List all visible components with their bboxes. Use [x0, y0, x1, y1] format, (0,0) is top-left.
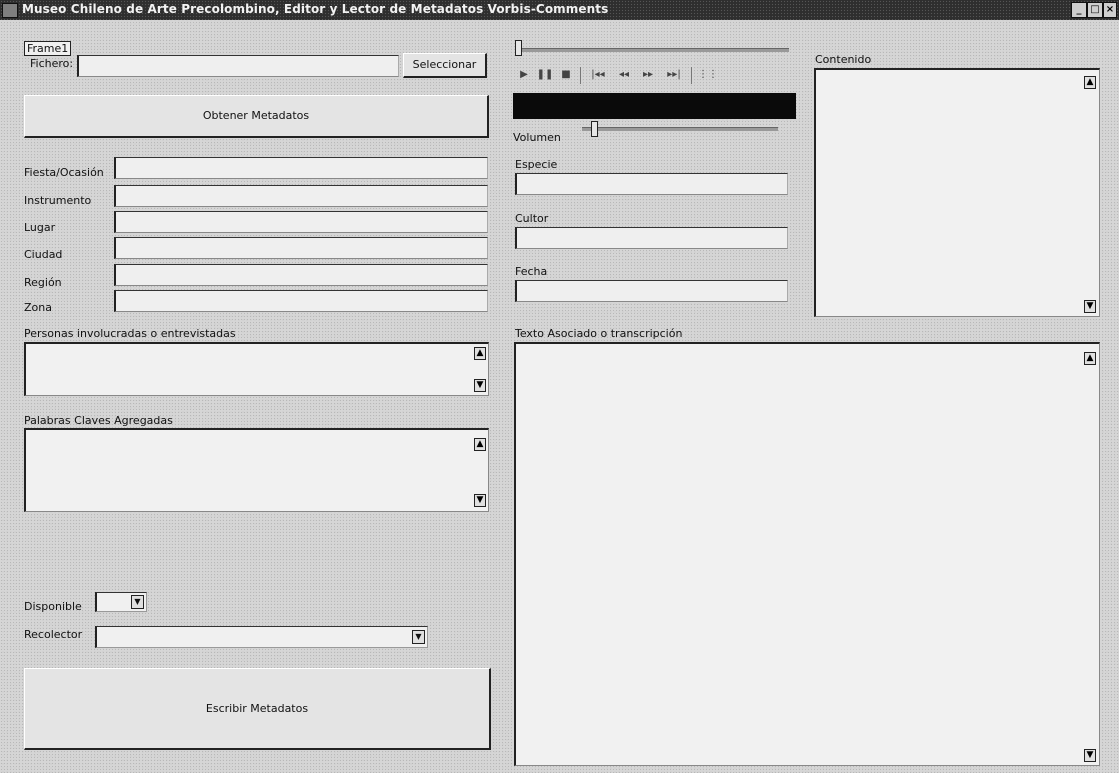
chevron-down-icon[interactable]: ▼	[131, 595, 144, 609]
instrumento-input[interactable]	[114, 185, 488, 207]
recolector-label: Recolector	[24, 628, 83, 641]
scroll-up-icon[interactable]: ▲	[1084, 352, 1096, 365]
volume-track[interactable]	[582, 127, 778, 131]
palabras-memo[interactable]: ▲ ▼	[24, 428, 489, 512]
fiesta-label: Fiesta/Ocasión	[24, 166, 104, 179]
scroll-down-icon[interactable]: ▼	[474, 379, 486, 392]
fichero-label: Fichero:	[30, 57, 74, 70]
scroll-up-icon[interactable]: ▲	[474, 347, 486, 360]
window-title: Museo Chileno de Arte Precolombino, Edit…	[22, 2, 609, 16]
play-icon[interactable]: ▶	[515, 66, 533, 84]
cultor-input[interactable]	[515, 227, 788, 249]
disponible-select[interactable]: ▼	[95, 592, 147, 612]
region-input[interactable]	[114, 264, 488, 286]
texto-memo[interactable]: ▲ ▼	[514, 342, 1100, 766]
scroll-down-icon[interactable]: ▼	[1084, 300, 1096, 313]
forward-icon[interactable]: ▸▸	[637, 66, 659, 84]
ciudad-input[interactable]	[114, 237, 488, 259]
fiesta-input[interactable]	[114, 157, 488, 179]
zona-label: Zona	[24, 301, 52, 314]
region-label: Región	[24, 276, 62, 289]
close-button[interactable]: ×	[1103, 2, 1117, 18]
disponible-label: Disponible	[24, 600, 82, 613]
palabras-label: Palabras Claves Agregadas	[24, 414, 173, 427]
app-icon	[2, 3, 18, 18]
fichero-input[interactable]	[77, 55, 399, 77]
fecha-label: Fecha	[515, 265, 548, 278]
cultor-label: Cultor	[515, 212, 549, 225]
personas-label: Personas involucradas o entrevistadas	[24, 327, 236, 340]
obtener-metadatos-button[interactable]: Obtener Metadatos	[24, 95, 489, 138]
scroll-down-icon[interactable]: ▼	[474, 494, 486, 507]
playlist-icon[interactable]: ⋮⋮	[697, 66, 719, 84]
rewind-icon[interactable]: ◂◂	[613, 66, 635, 84]
contenido-memo[interactable]: ▲ ▼	[814, 68, 1100, 317]
scroll-up-icon[interactable]: ▲	[474, 438, 486, 451]
lugar-label: Lugar	[24, 221, 56, 234]
volume-slider-thumb[interactable]	[591, 121, 599, 137]
frame-label: Frame1	[24, 41, 72, 56]
stop-icon[interactable]: ■	[557, 66, 575, 84]
app-window: Museo Chileno de Arte Precolombino, Edit…	[0, 0, 1119, 773]
contenido-label: Contenido	[815, 53, 872, 66]
chevron-down-icon[interactable]: ▼	[412, 630, 425, 644]
title-bar: Museo Chileno de Arte Precolombino, Edit…	[0, 0, 1119, 20]
position-track[interactable]	[517, 48, 789, 52]
volumen-label: Volumen	[513, 131, 561, 144]
texto-label: Texto Asociado o transcripción	[515, 327, 683, 340]
personas-memo[interactable]: ▲ ▼	[24, 342, 489, 396]
scroll-up-icon[interactable]: ▲	[1084, 76, 1096, 89]
zona-input[interactable]	[114, 290, 488, 312]
ciudad-label: Ciudad	[24, 248, 63, 261]
escribir-metadatos-button[interactable]: Escribir Metadatos	[24, 668, 491, 750]
fecha-input[interactable]	[515, 280, 788, 302]
player-toolbar: ▶ ❚❚ ■ |◂◂ ◂◂ ▸▸ ▸▸| ⋮⋮	[513, 66, 748, 86]
position-slider-thumb[interactable]	[515, 40, 522, 56]
player-display	[513, 93, 796, 119]
toolbar-separator	[580, 67, 581, 84]
seleccionar-button[interactable]: Seleccionar	[403, 53, 487, 78]
especie-label: Especie	[515, 158, 558, 171]
pause-icon[interactable]: ❚❚	[535, 66, 555, 84]
skip-forward-icon[interactable]: ▸▸|	[661, 66, 687, 84]
maximize-button[interactable]: □	[1087, 2, 1103, 18]
scroll-down-icon[interactable]: ▼	[1084, 749, 1096, 762]
minimize-button[interactable]: _	[1071, 2, 1087, 18]
toolbar-separator	[691, 67, 692, 84]
lugar-input[interactable]	[114, 211, 488, 233]
instrumento-label: Instrumento	[24, 194, 92, 207]
especie-input[interactable]	[515, 173, 788, 195]
recolector-select[interactable]: ▼	[95, 626, 428, 648]
skip-back-icon[interactable]: |◂◂	[585, 66, 611, 84]
